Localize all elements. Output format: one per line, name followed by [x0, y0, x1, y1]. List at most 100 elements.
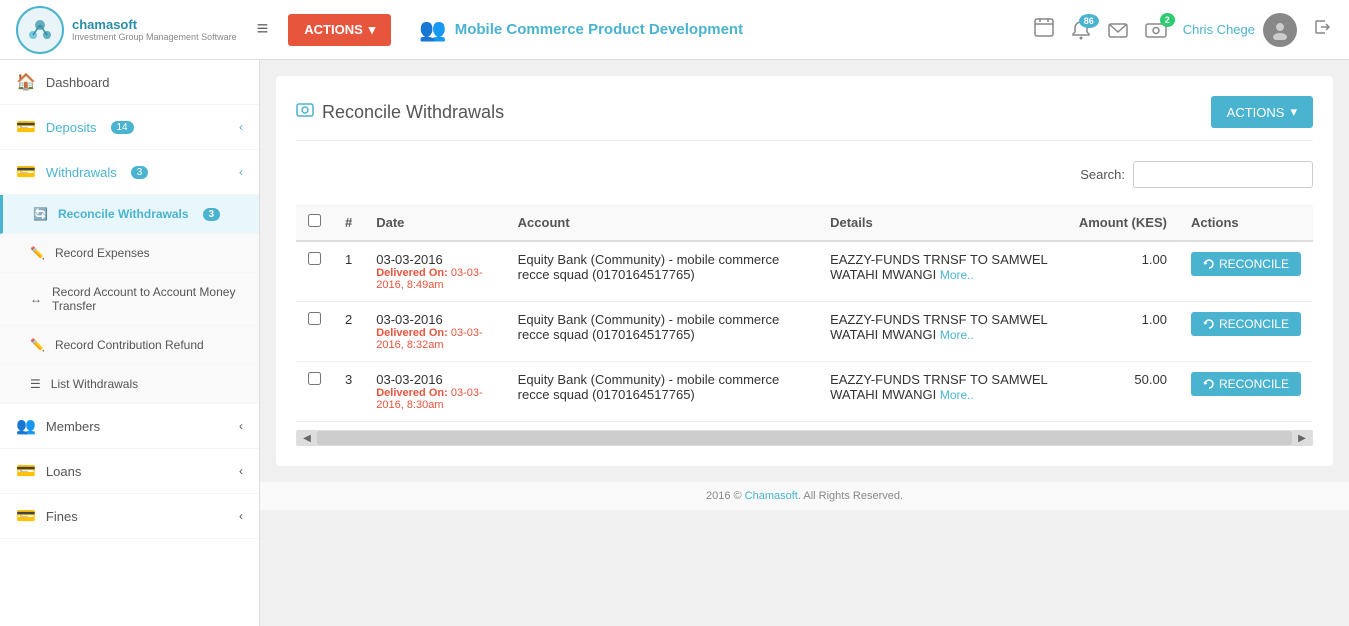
- sidebar-label-members: Members: [46, 419, 100, 434]
- page-actions-button[interactable]: ACTIONS ▾: [1211, 96, 1313, 128]
- footer-text: 2016 © Chamasoft. All Rights Reserved.: [706, 490, 903, 502]
- row-num: 2: [333, 302, 364, 362]
- scroll-track: [317, 431, 1292, 445]
- footer-link[interactable]: Chamasoft: [745, 490, 798, 502]
- sidebar-label-reconcile: Reconcile Withdrawals: [58, 207, 189, 221]
- withdrawals-table: # Date Account Details Amount (KES) Acti…: [296, 204, 1313, 422]
- logo-subtitle: Investment Group Management Software: [72, 32, 237, 42]
- row-select-checkbox[interactable]: [308, 252, 321, 265]
- row-checkbox[interactable]: [296, 302, 333, 362]
- sidebar: 🏠 Dashboard 💳 Deposits 14 ‹ 💳 Withdrawal…: [0, 60, 260, 626]
- col-date: Date: [364, 204, 505, 241]
- sidebar-label-loans: Loans: [46, 464, 81, 479]
- scroll-thumb[interactable]: [317, 431, 1292, 445]
- sidebar-label-refund: Record Contribution Refund: [55, 338, 204, 352]
- table-row: 1 03-03-2016 Delivered On: 03-03-2016, 8…: [296, 241, 1313, 302]
- horizontal-scrollbar[interactable]: ◀ ▶: [296, 430, 1313, 446]
- row-account: Equity Bank (Community) - mobile commerc…: [506, 362, 818, 422]
- user-area[interactable]: Chris Chege: [1183, 13, 1297, 47]
- top-navigation: chamasoft Investment Group Management So…: [0, 0, 1349, 60]
- row-amount: 1.00: [1067, 302, 1179, 362]
- select-all-checkbox[interactable]: [308, 214, 321, 227]
- row-select-checkbox[interactable]: [308, 372, 321, 385]
- table-row: 3 03-03-2016 Delivered On: 03-03-2016, 8…: [296, 362, 1313, 422]
- group-icon: 👥: [419, 17, 446, 43]
- withdrawals-badge: 3: [131, 166, 149, 179]
- col-checkbox: [296, 204, 333, 241]
- col-details: Details: [818, 204, 1067, 241]
- row-date: 03-03-2016 Delivered On: 03-03-2016, 8:4…: [364, 241, 505, 302]
- search-input[interactable]: [1133, 161, 1313, 188]
- logo: chamasoft Investment Group Management So…: [16, 6, 237, 54]
- sidebar-item-account-transfer[interactable]: ↔ Record Account to Account Money Transf…: [0, 273, 259, 326]
- list-icon: ☰: [30, 377, 41, 391]
- email-icon[interactable]: [1107, 19, 1129, 41]
- row-checkbox[interactable]: [296, 241, 333, 302]
- nav-left: chamasoft Investment Group Management So…: [16, 6, 743, 54]
- sidebar-item-dashboard[interactable]: 🏠 Dashboard: [0, 60, 259, 105]
- sidebar-item-record-expenses[interactable]: ✏️ Record Expenses: [0, 234, 259, 273]
- sidebar-label-dashboard: Dashboard: [46, 75, 110, 90]
- more-link[interactable]: More..: [940, 268, 974, 282]
- money-badge: 2: [1160, 13, 1175, 27]
- scroll-left-icon[interactable]: ◀: [297, 430, 317, 446]
- col-actions: Actions: [1179, 204, 1313, 241]
- deposits-badge: 14: [111, 121, 134, 134]
- sidebar-label-fines: Fines: [46, 509, 78, 524]
- logout-icon[interactable]: [1313, 17, 1333, 43]
- logo-name: chamasoft: [72, 17, 237, 33]
- row-checkbox[interactable]: [296, 362, 333, 422]
- group-name: Mobile Commerce Product Development: [455, 21, 743, 38]
- refund-icon: ✏️: [30, 338, 45, 352]
- notification-badge: 86: [1079, 14, 1099, 28]
- deposits-icon: 💳: [16, 117, 36, 137]
- calendar-icon[interactable]: [1033, 16, 1055, 44]
- bell-icon[interactable]: 86: [1071, 20, 1091, 40]
- sidebar-item-withdrawals[interactable]: 💳 Withdrawals 3 ‹: [0, 150, 259, 195]
- members-arrow-icon: ‹: [239, 419, 243, 433]
- money-icon[interactable]: 2: [1145, 19, 1167, 41]
- reconcile-button[interactable]: RECONCILE: [1191, 372, 1301, 396]
- hamburger-icon[interactable]: ≡: [257, 18, 269, 41]
- top-actions-button[interactable]: ACTIONS ▾: [288, 14, 391, 46]
- row-action: RECONCILE: [1179, 362, 1313, 422]
- table-wrapper: # Date Account Details Amount (KES) Acti…: [296, 204, 1313, 446]
- sidebar-item-fines[interactable]: 💳 Fines ‹: [0, 494, 259, 539]
- content-area: Reconcile Withdrawals ACTIONS ▾ Search:: [276, 76, 1333, 466]
- sidebar-item-list-withdrawals[interactable]: ☰ List Withdrawals: [0, 365, 259, 404]
- col-account: Account: [506, 204, 818, 241]
- sidebar-label-deposits: Deposits: [46, 120, 97, 135]
- loans-icon: 💳: [16, 461, 36, 481]
- deposits-arrow-icon: ‹: [239, 120, 243, 134]
- main-content: Reconcile Withdrawals ACTIONS ▾ Search:: [260, 60, 1349, 626]
- row-select-checkbox[interactable]: [308, 312, 321, 325]
- page-title: Reconcile Withdrawals: [296, 101, 504, 124]
- scroll-right-icon[interactable]: ▶: [1292, 430, 1312, 446]
- reconcile-button[interactable]: RECONCILE: [1191, 252, 1301, 276]
- reconcile-button[interactable]: RECONCILE: [1191, 312, 1301, 336]
- user-name: Chris Chege: [1183, 22, 1255, 37]
- actions-chevron-icon: ▾: [369, 22, 376, 38]
- sidebar-item-loans[interactable]: 💳 Loans ‹: [0, 449, 259, 494]
- expenses-icon: ✏️: [30, 246, 45, 260]
- nav-right: 86 2 Chris Chege: [1033, 13, 1333, 47]
- row-date: 03-03-2016 Delivered On: 03-03-2016, 8:3…: [364, 302, 505, 362]
- group-area: 👥 Mobile Commerce Product Development: [419, 17, 743, 43]
- logo-icon: [16, 6, 64, 54]
- sidebar-item-contribution-refund[interactable]: ✏️ Record Contribution Refund: [0, 326, 259, 365]
- row-details: EAZZY-FUNDS TRNSF TO SAMWEL WATAHI MWANG…: [818, 302, 1067, 362]
- sidebar-item-deposits[interactable]: 💳 Deposits 14 ‹: [0, 105, 259, 150]
- avatar: [1263, 13, 1297, 47]
- sidebar-label-expenses: Record Expenses: [55, 246, 150, 260]
- sidebar-label-transfer: Record Account to Account Money Transfer: [52, 285, 243, 313]
- withdrawals-arrow-icon: ‹: [239, 165, 243, 179]
- reconcile-badge: 3: [203, 208, 221, 221]
- row-action: RECONCILE: [1179, 241, 1313, 302]
- home-icon: 🏠: [16, 72, 36, 92]
- more-link[interactable]: More..: [940, 388, 974, 402]
- sidebar-item-members[interactable]: 👥 Members ‹: [0, 404, 259, 449]
- table-row: 2 03-03-2016 Delivered On: 03-03-2016, 8…: [296, 302, 1313, 362]
- sidebar-item-reconcile-withdrawals[interactable]: 🔄 Reconcile Withdrawals 3: [0, 195, 259, 234]
- more-link[interactable]: More..: [940, 328, 974, 342]
- loans-arrow-icon: ‹: [239, 464, 243, 478]
